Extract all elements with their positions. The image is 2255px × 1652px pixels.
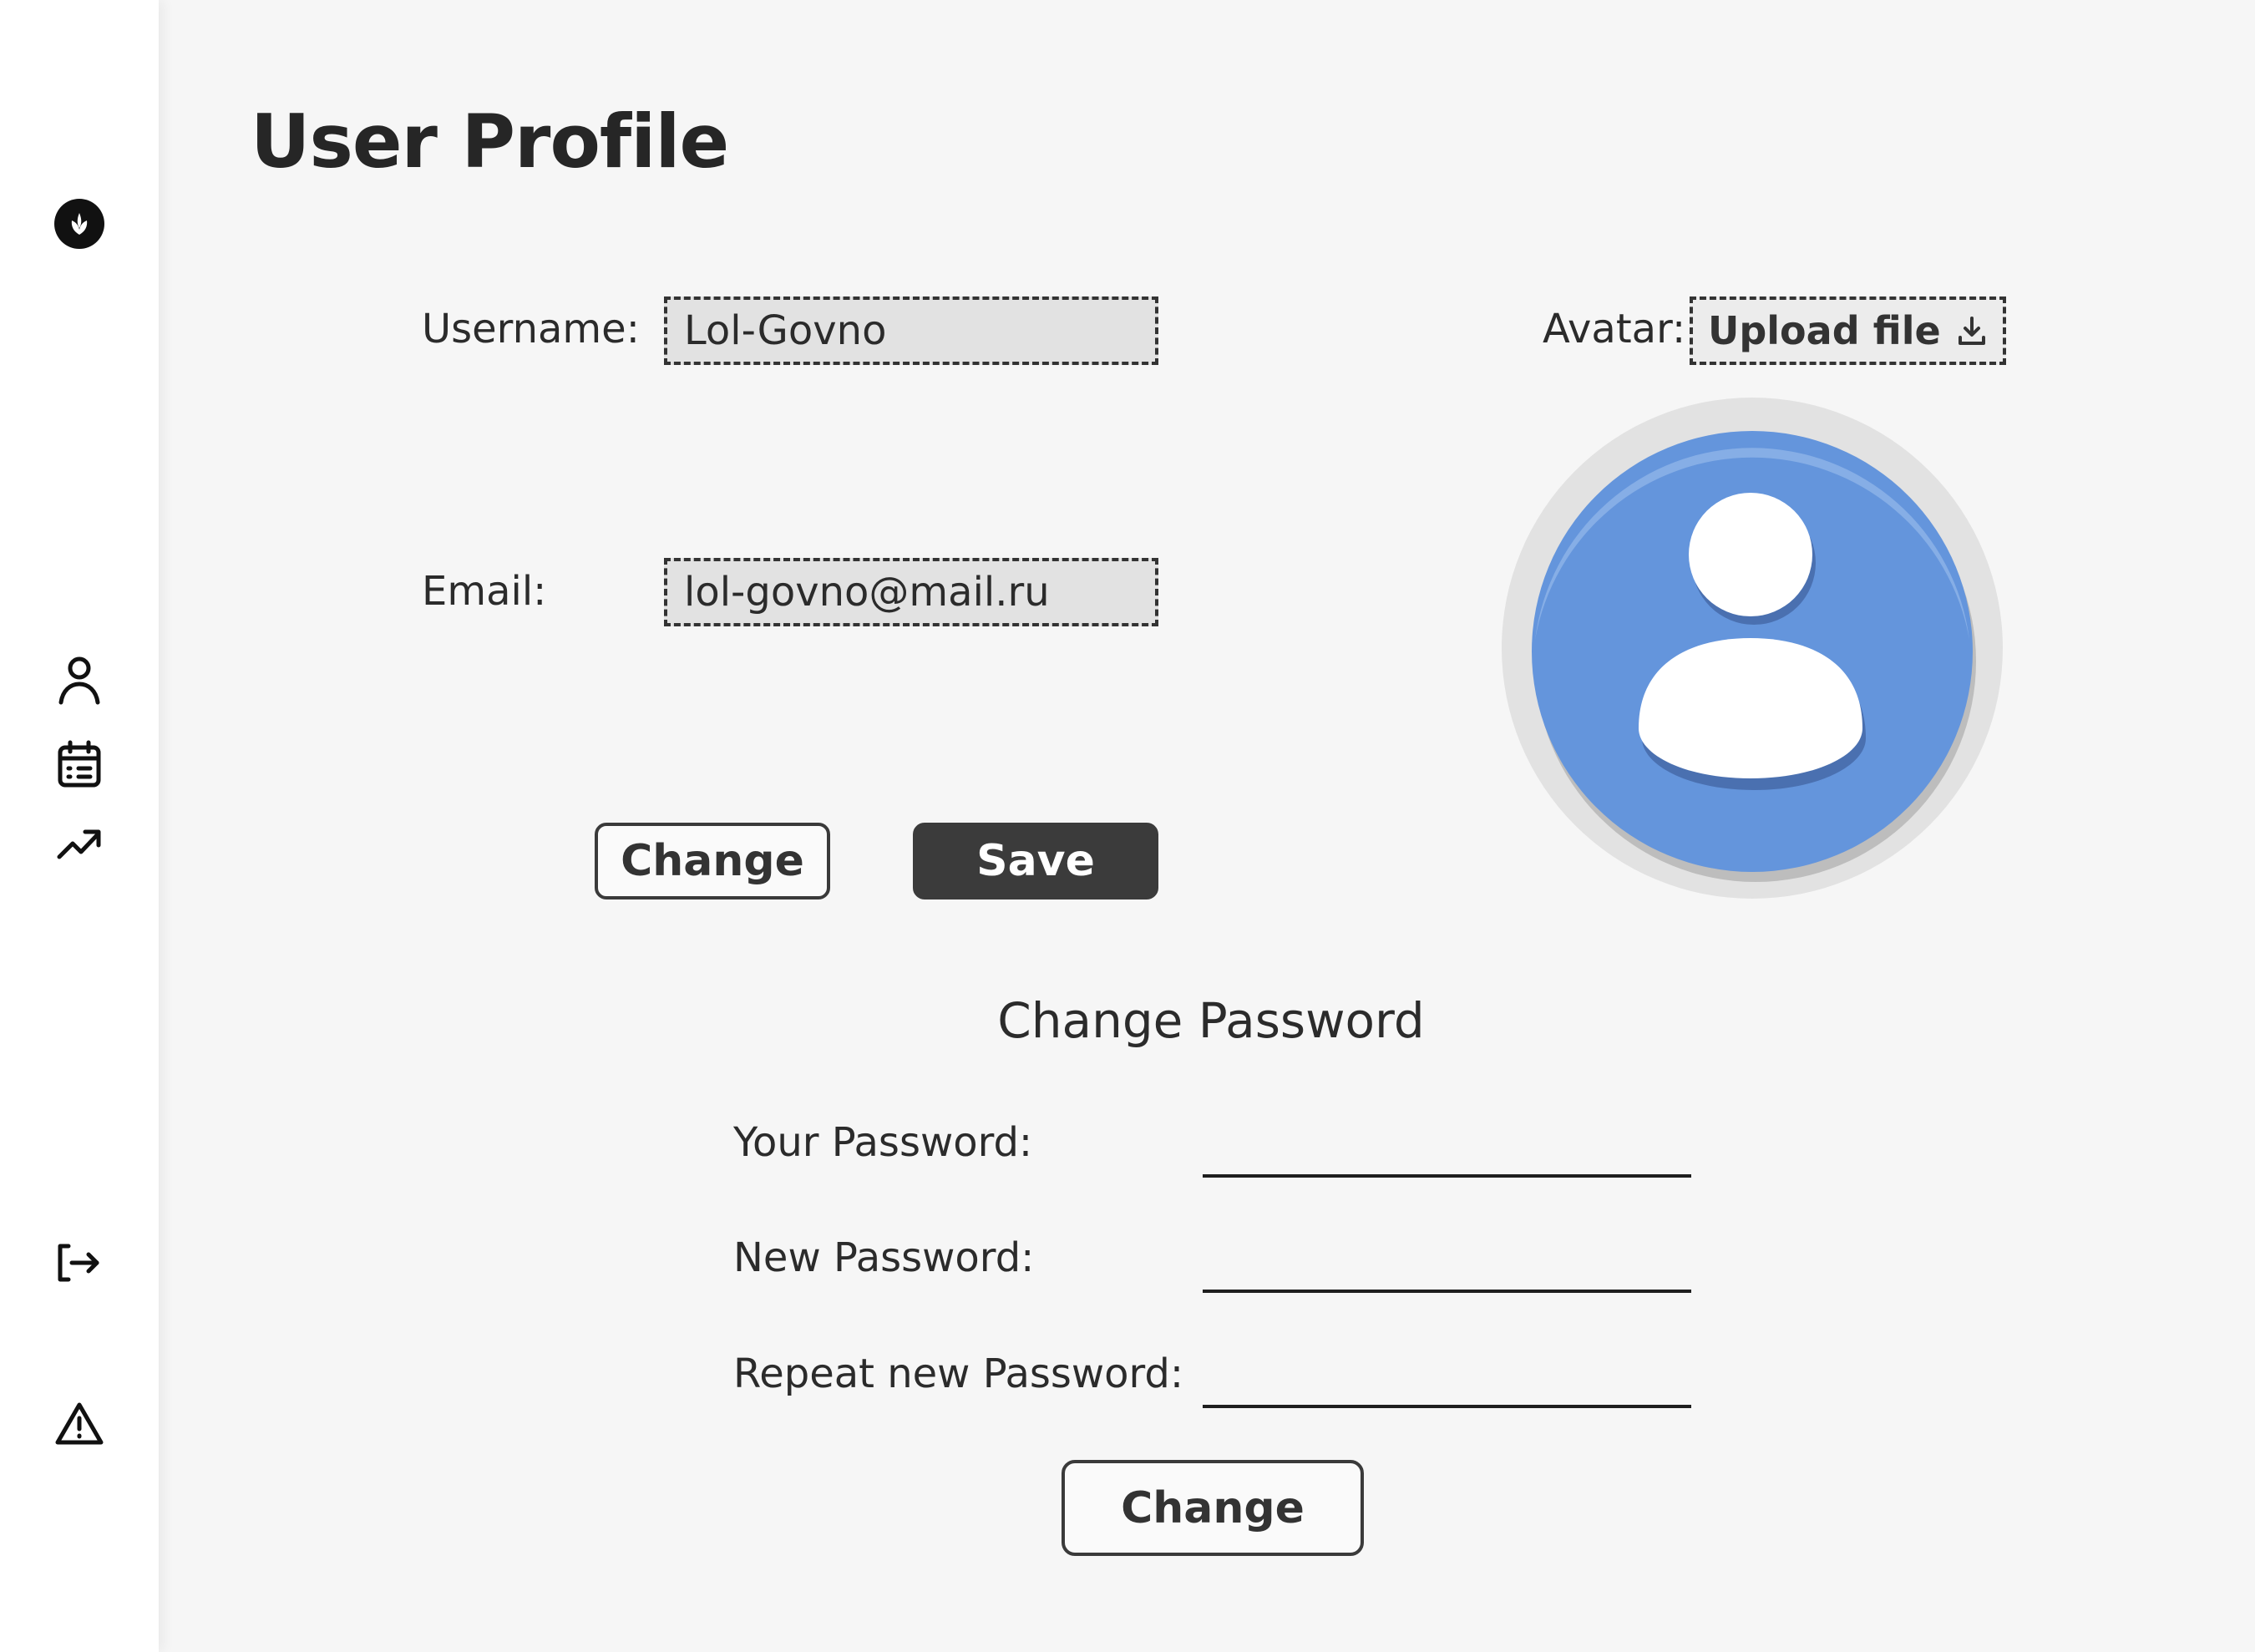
page-title: User Profile: [251, 99, 729, 185]
logout-icon[interactable]: [57, 1243, 102, 1283]
leaf-logo-icon[interactable]: [53, 198, 105, 250]
change-profile-button[interactable]: Change: [595, 823, 830, 899]
new-password-input[interactable]: [1203, 1234, 1691, 1293]
sidebar: [0, 0, 159, 1652]
change-password-heading: Change Password: [997, 992, 1425, 1049]
username-field[interactable]: Lol-Govno: [664, 296, 1158, 365]
upload-file-label: Upload file: [1708, 308, 1941, 353]
trending-up-icon[interactable]: [57, 827, 102, 860]
warning-icon[interactable]: [54, 1401, 104, 1447]
email-label: Email:: [422, 568, 547, 615]
new-password-label: New Password:: [733, 1234, 1035, 1281]
save-button[interactable]: Save: [913, 823, 1158, 899]
avatar-image: [1502, 398, 2003, 899]
avatar-label: Avatar:: [1543, 306, 1686, 352]
user-icon[interactable]: [58, 656, 101, 706]
username-label: Username:: [422, 306, 640, 352]
calendar-icon[interactable]: [57, 740, 102, 788]
repeat-password-input[interactable]: [1203, 1350, 1691, 1408]
main-content: User Profile Username: Lol-Govno Email: …: [159, 0, 2255, 1652]
upload-file-button[interactable]: Upload file: [1690, 296, 2006, 365]
current-password-input[interactable]: [1203, 1119, 1691, 1178]
change-password-button[interactable]: Change: [1062, 1460, 1364, 1556]
download-icon: [1958, 316, 1986, 346]
email-field[interactable]: lol-govno@mail.ru: [664, 558, 1158, 626]
current-password-label: Your Password:: [733, 1119, 1033, 1166]
repeat-password-label: Repeat new Password:: [733, 1350, 1184, 1397]
